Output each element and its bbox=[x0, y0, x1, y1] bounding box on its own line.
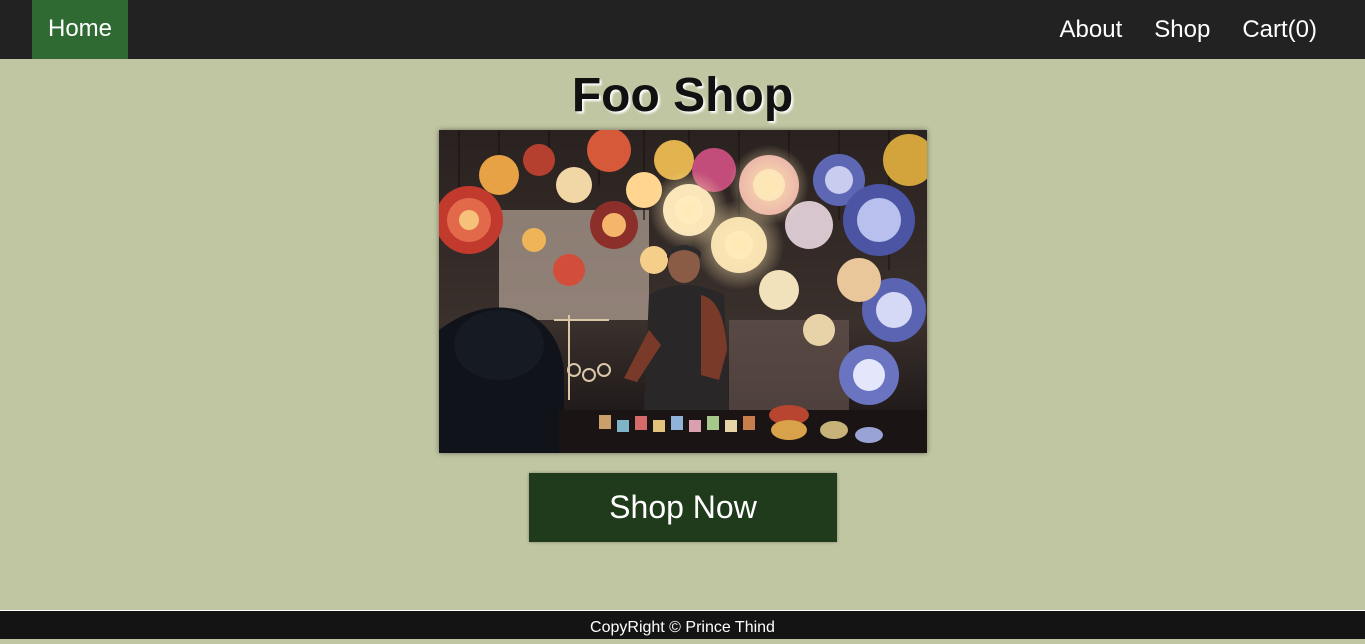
nav-home-link[interactable]: Home bbox=[32, 0, 128, 59]
nav-right-group: About Shop Cart(0) bbox=[1044, 0, 1333, 59]
nav-cart-link[interactable]: Cart(0) bbox=[1226, 1, 1333, 59]
nav-about-link[interactable]: About bbox=[1044, 1, 1139, 59]
shop-now-button[interactable]: Shop Now bbox=[529, 473, 837, 542]
page-title: Foo Shop bbox=[571, 69, 794, 122]
footer-copyright-text: CopyRight © Prince Thind bbox=[590, 619, 775, 636]
footer: CopyRight © Prince Thind bbox=[0, 610, 1365, 639]
hero-image-illustration bbox=[439, 130, 927, 453]
top-navigation-bar: Home About Shop Cart(0) bbox=[0, 0, 1365, 59]
nav-shop-link[interactable]: Shop bbox=[1138, 1, 1226, 59]
hero-image-bazaar-lamps bbox=[439, 130, 927, 453]
